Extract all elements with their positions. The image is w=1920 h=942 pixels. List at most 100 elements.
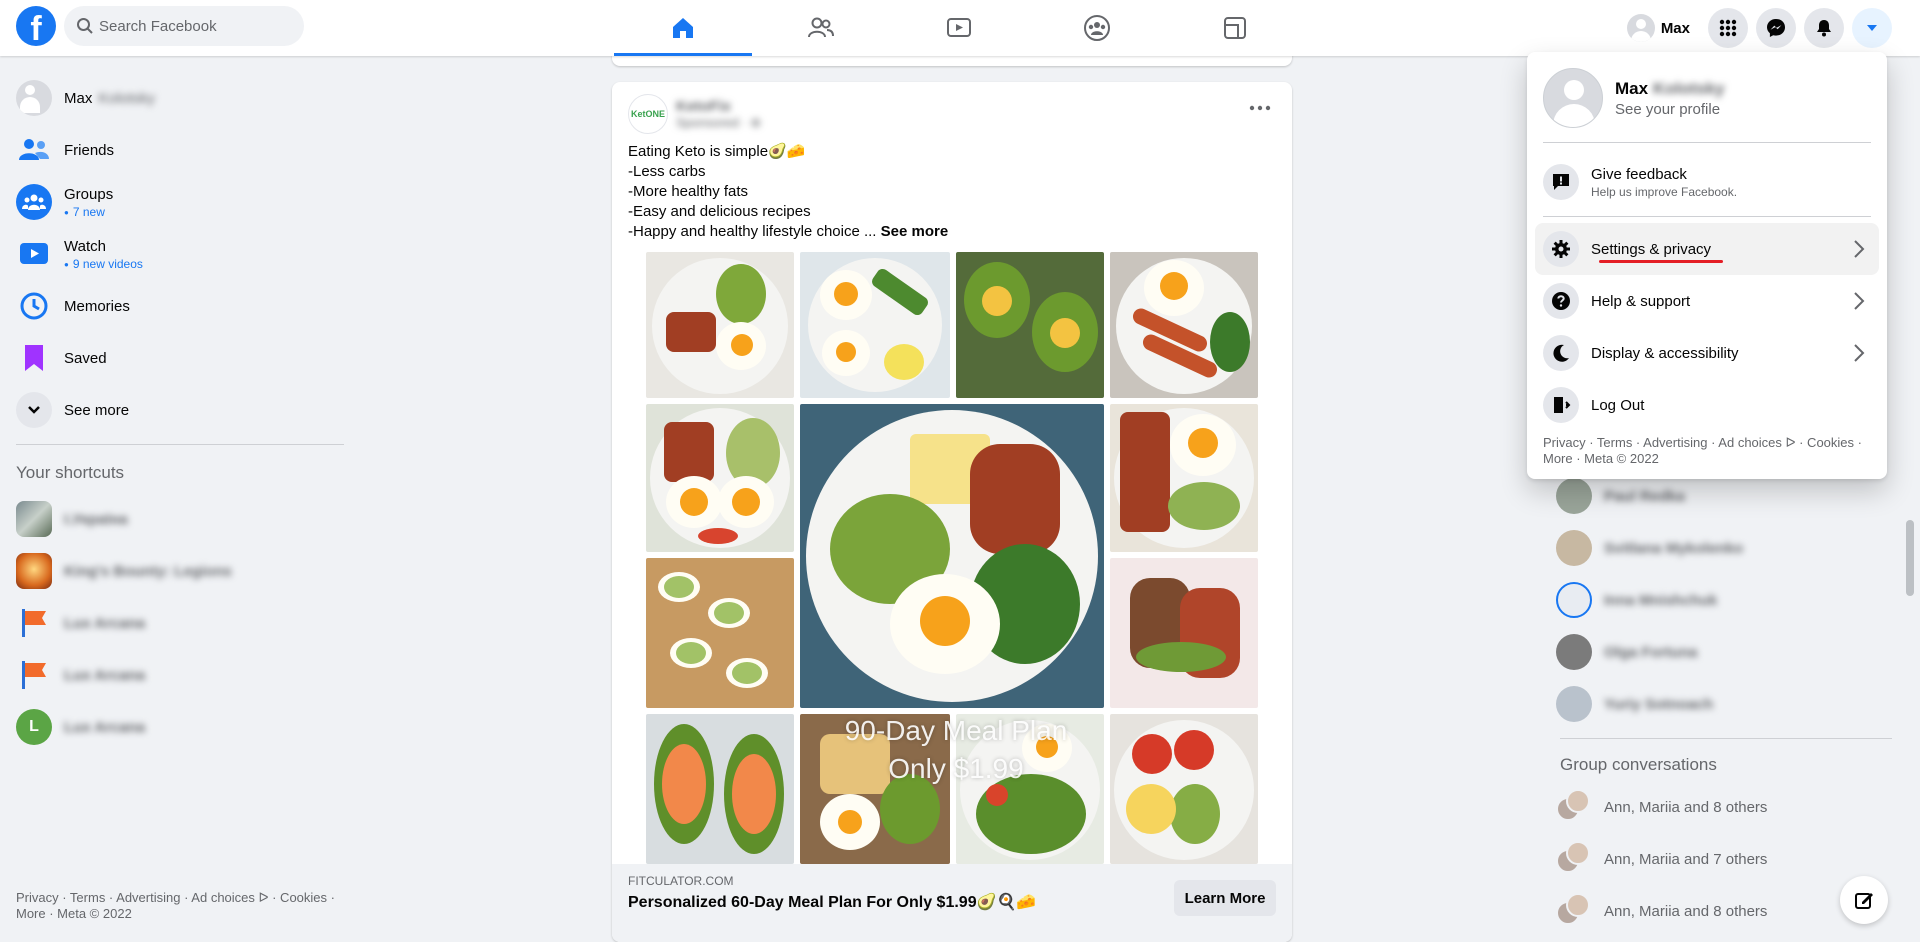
friends-icon: [808, 17, 834, 38]
tab-watch[interactable]: [890, 0, 1028, 56]
messenger-icon: [1767, 19, 1785, 37]
settings-privacy-item[interactable]: Settings & privacy: [1535, 223, 1879, 275]
groups-icon: [16, 184, 52, 220]
link-preview[interactable]: FITCULATOR.COM Personalized 60-Day Meal …: [612, 864, 1292, 942]
search-icon: [77, 18, 93, 34]
shortcut-item[interactable]: I.Україна: [8, 493, 344, 545]
group-name: Ann, Mariia and 7 others: [1604, 850, 1768, 868]
see-profile-label: See your profile: [1615, 100, 1721, 118]
search-input[interactable]: Search Facebook: [64, 6, 304, 46]
page-name[interactable]: KetoFix: [676, 98, 761, 115]
profile-shortcut[interactable]: Max: [1623, 10, 1700, 46]
shortcut-item[interactable]: Lux Arcana: [8, 597, 344, 649]
avatar: [16, 80, 52, 116]
shortcut-label: Lux Arcana: [64, 718, 146, 736]
sidebar-item-badge: 9 new videos: [64, 257, 143, 271]
tab-friends[interactable]: [752, 0, 890, 56]
group-name: Ann, Mariia and 8 others: [1604, 798, 1768, 816]
sidebar-item-watch[interactable]: Watch 9 new videos: [8, 228, 344, 280]
tab-gaming[interactable]: [1166, 0, 1304, 56]
food-photo: [1110, 714, 1258, 864]
give-feedback-item[interactable]: Give feedback Help us improve Facebook.: [1535, 152, 1879, 212]
avatar: [1556, 478, 1592, 514]
home-icon: [673, 18, 693, 38]
new-message-button[interactable]: [1840, 876, 1888, 924]
contact-name: Inna Mnishchuk: [1604, 591, 1718, 609]
learn-more-button[interactable]: Learn More: [1174, 880, 1276, 916]
display-accessibility-item[interactable]: Display & accessibility: [1535, 327, 1879, 379]
letter-avatar: L: [16, 709, 52, 745]
left-footer-links[interactable]: Privacy · Terms · Advertising · Ad choic…: [16, 890, 336, 922]
left-sidebar: Max Kolotsky Friends Groups 7 new Watch …: [8, 72, 344, 753]
group-avatar: [1556, 893, 1592, 929]
chevron-right-icon: [1854, 292, 1865, 310]
page-scrollbar[interactable]: [1906, 520, 1914, 596]
compose-icon: [1855, 893, 1873, 909]
avatar: [1556, 634, 1592, 670]
menu-item-label: Display & accessibility: [1591, 344, 1739, 362]
menu-profile-name: Max: [1615, 78, 1649, 98]
sidebar-item-groups[interactable]: Groups 7 new: [8, 176, 344, 228]
sidebar-item-friends[interactable]: Friends: [8, 124, 344, 176]
menu-button[interactable]: [1708, 8, 1748, 48]
post-header: KetONE KetoFix Sponsored · ⊛: [628, 94, 761, 134]
group-conversation-item[interactable]: Ann, Mariia and 7 others: [1556, 833, 1896, 885]
sidebar-item-profile[interactable]: Max Kolotsky: [8, 72, 344, 124]
menu-item-label: Settings & privacy: [1591, 240, 1712, 258]
post-image-mosaic[interactable]: 90-Day Meal Plan Only $1.99: [646, 252, 1258, 864]
food-photo: [956, 252, 1104, 398]
grid-menu-icon: [1719, 19, 1737, 37]
shortcut-thumbnail: [16, 553, 52, 589]
flag-icon: [16, 657, 52, 693]
menu-item-label: Help & support: [1591, 292, 1691, 310]
menu-profile-link[interactable]: Max Kolotsky See your profile: [1537, 60, 1877, 136]
tab-groups[interactable]: [1028, 0, 1166, 56]
tab-home[interactable]: [614, 0, 752, 56]
log-out-item[interactable]: Log Out: [1535, 379, 1879, 431]
sidebar-item-see-more[interactable]: See more: [8, 384, 344, 436]
link-title: Personalized 60-Day Meal Plan For Only $…: [628, 894, 1037, 911]
divider: [1543, 142, 1871, 143]
group-conversation-item[interactable]: Ann, Mariia and 8 others: [1556, 781, 1896, 833]
account-dropdown-button[interactable]: [1852, 8, 1892, 48]
group-conversations-title: Group conversations: [1560, 755, 1717, 774]
contact-item[interactable]: Olga Fortuna: [1556, 626, 1896, 678]
overlay-line: Only $1.99: [888, 753, 1024, 784]
sidebar-item-saved[interactable]: Saved: [8, 332, 344, 384]
sidebar-item-label: See more: [64, 401, 130, 419]
food-photo: [1110, 558, 1258, 708]
group-name: Ann, Mariia and 8 others: [1604, 902, 1768, 920]
ad-overlay-text: 90-Day Meal Plan Only $1.99: [836, 712, 1076, 788]
post-text: Eating Keto is simple🥑🧀 -Less carbs -Mor…: [628, 143, 877, 240]
sidebar-item-memories[interactable]: Memories: [8, 280, 344, 332]
shortcut-item[interactable]: King's Bounty: Legions: [8, 545, 344, 597]
contact-name: Olga Fortuna: [1604, 643, 1698, 661]
see-more-link[interactable]: See more: [881, 223, 949, 240]
menu-item-sublabel: Help us improve Facebook.: [1591, 184, 1738, 199]
page-logo[interactable]: KetONE: [628, 94, 668, 134]
more-options-icon[interactable]: [1248, 100, 1272, 116]
food-photo: [800, 404, 1104, 708]
shortcut-label: King's Bounty: Legions: [64, 562, 232, 580]
notifications-button[interactable]: [1804, 8, 1844, 48]
menu-profile-surname: Kolotsky: [1652, 78, 1725, 98]
group-avatar: [1556, 841, 1592, 877]
watch-icon: [947, 18, 971, 37]
contact-item[interactable]: Yuriy Sotnoach: [1556, 678, 1896, 730]
shortcut-thumbnail: [16, 501, 52, 537]
shortcut-item[interactable]: L Lux Arcana: [8, 701, 344, 753]
shortcut-item[interactable]: Lux Arcana: [8, 649, 344, 701]
facebook-logo-icon[interactable]: f: [16, 6, 56, 46]
contact-item[interactable]: Inna Mnishchuk: [1556, 574, 1896, 626]
shortcut-label: Lux Arcana: [64, 666, 146, 684]
messenger-button[interactable]: [1756, 8, 1796, 48]
gear-icon: [1543, 231, 1579, 267]
help-support-item[interactable]: Help & support: [1535, 275, 1879, 327]
contact-item[interactable]: Svitlana Mykolenko: [1556, 522, 1896, 574]
shortcut-label: Lux Arcana: [64, 614, 146, 632]
menu-footer-links[interactable]: Privacy · Terms · Advertising · Ad choic…: [1543, 435, 1873, 467]
annotation-underline: [1599, 260, 1723, 263]
avatar: [1556, 686, 1592, 722]
divider: [1543, 216, 1871, 217]
avatar: [1543, 68, 1603, 128]
